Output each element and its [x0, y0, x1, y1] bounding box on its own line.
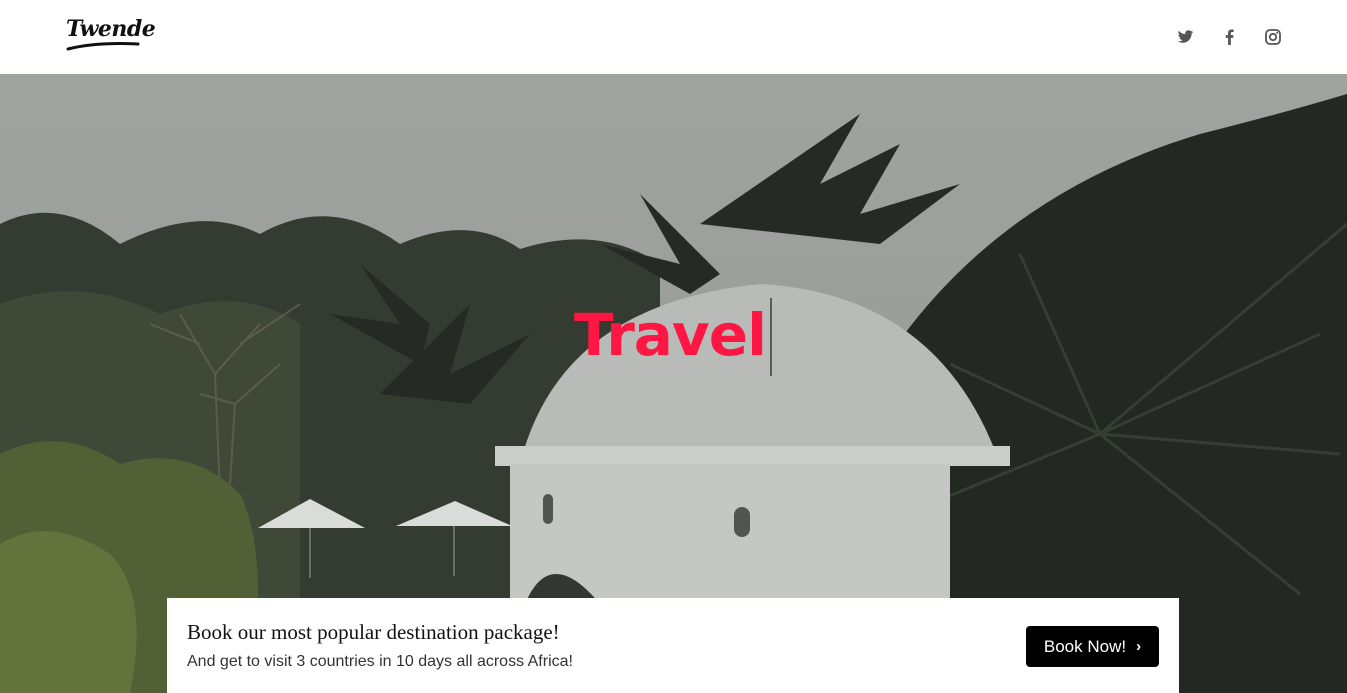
site-logo[interactable]: Twende: [66, 16, 156, 42]
site-header: Twende: [0, 0, 1347, 74]
book-now-button[interactable]: Book Now! ›: [1026, 626, 1159, 667]
hero-headline: Travel: [574, 301, 767, 369]
facebook-icon[interactable]: [1218, 26, 1240, 48]
typing-cursor: [770, 298, 772, 376]
promo-title: Book our most popular destination packag…: [187, 620, 560, 644]
logo-swash: [66, 42, 140, 51]
promo-subtitle: And get to visit 3 countries in 10 days …: [187, 653, 573, 670]
twitter-icon[interactable]: [1174, 26, 1196, 48]
book-now-label: Book Now!: [1043, 636, 1127, 656]
instagram-icon[interactable]: [1262, 26, 1284, 48]
promo-card: Book our most popular destination packag…: [167, 598, 1179, 693]
chevron-right-icon: ›: [1136, 638, 1142, 655]
